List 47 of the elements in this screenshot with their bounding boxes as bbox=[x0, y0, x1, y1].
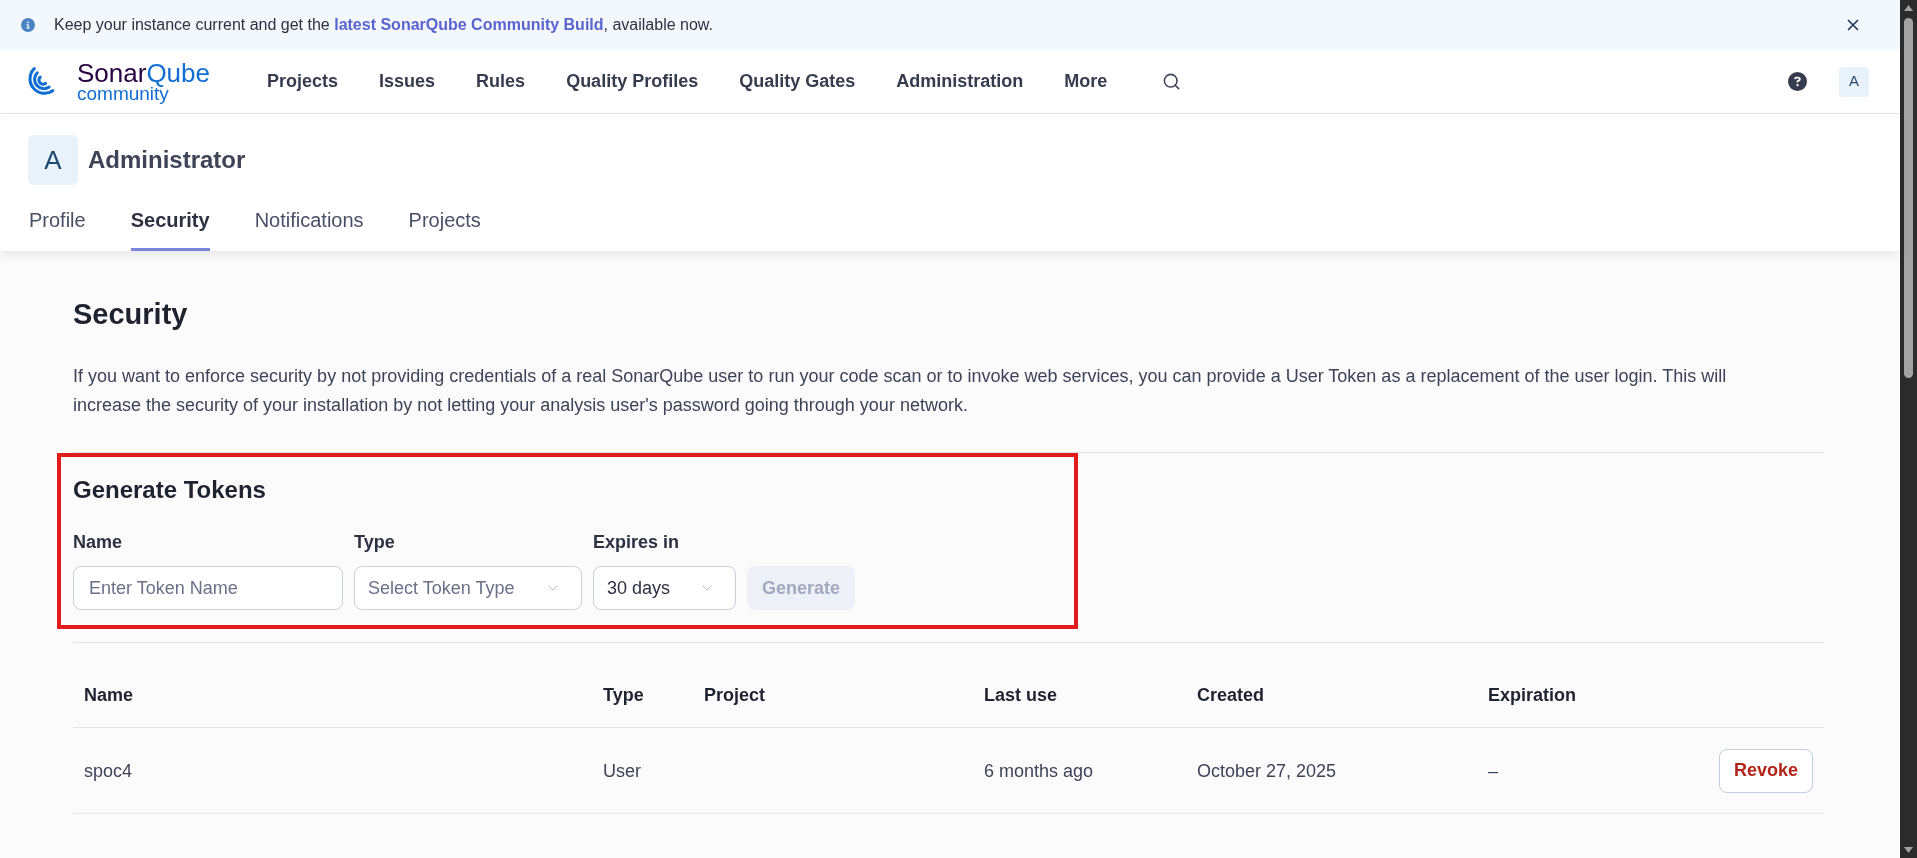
search-button[interactable] bbox=[1162, 72, 1182, 91]
field-label: Expires in bbox=[593, 531, 681, 554]
dropdown-select[interactable]: Select Token Type bbox=[354, 566, 582, 610]
nav-link[interactable]: Quality Gates bbox=[739, 68, 856, 95]
nav-link[interactable]: Issues bbox=[379, 68, 436, 95]
dropdown-select[interactable]: 30 days bbox=[593, 566, 736, 610]
scrollbar-thumb[interactable] bbox=[1904, 18, 1913, 378]
column-header: Expiration bbox=[1487, 684, 1577, 707]
avatar-button[interactable]: A bbox=[1839, 66, 1869, 97]
user-avatar: A bbox=[28, 135, 78, 185]
revoke-button[interactable]: Revoke bbox=[1718, 748, 1813, 793]
nav-link[interactable]: Rules bbox=[476, 68, 526, 95]
table-cell-text: October 27, 2025 bbox=[1196, 759, 1338, 783]
banner-message: Keep your instance current and get the latest SonarQube Community Build, available now. bbox=[54, 15, 713, 35]
banner-link[interactable]: latest SonarQube Community Build bbox=[334, 16, 604, 33]
nav-link[interactable]: Projects bbox=[267, 68, 339, 95]
table-cell-text: spoc4 bbox=[83, 759, 134, 783]
security-description: If you want to enforce security by not providing credentials of a real SonarQube user to run your code scan or to invoke web services, you can provide a User Token as a replacement of the user login. This will increase the security of your installation by not letting your analysis user's password going through your network. bbox=[73, 365, 1728, 417]
logo-wordmark: SonarQube bbox=[77, 60, 210, 85]
column-header: Project bbox=[703, 684, 767, 707]
table-cell-text: 6 months ago bbox=[983, 759, 1095, 783]
column-header: Type bbox=[602, 684, 645, 707]
nav-link[interactable]: Quality Profiles bbox=[566, 68, 699, 95]
help-icon bbox=[1788, 72, 1807, 91]
field-label: Type bbox=[354, 531, 396, 554]
nav-link[interactable]: More bbox=[1064, 68, 1108, 95]
column-header: Created bbox=[1196, 684, 1266, 707]
tab[interactable]: Projects bbox=[408, 205, 481, 251]
column-header: Last use bbox=[983, 684, 1059, 707]
user-name-heading: Administrator bbox=[88, 145, 246, 175]
text-input[interactable]: Enter Token Name bbox=[73, 566, 343, 610]
tab[interactable]: Profile bbox=[29, 205, 86, 251]
logo-icon bbox=[26, 65, 56, 98]
column-header: Name bbox=[83, 684, 135, 707]
scroll-up-arrow-icon[interactable] bbox=[1904, 5, 1913, 11]
tab[interactable]: Notifications bbox=[254, 205, 364, 251]
section-heading: Generate Tokens bbox=[73, 475, 267, 505]
field-label: Name bbox=[73, 531, 124, 554]
info-icon bbox=[21, 18, 35, 32]
scroll-down-arrow-icon[interactable] bbox=[1904, 847, 1913, 853]
page-title: Security bbox=[73, 297, 189, 332]
nav-link[interactable]: Administration bbox=[896, 68, 1024, 95]
search-icon bbox=[1162, 72, 1182, 91]
help-button[interactable] bbox=[1788, 72, 1807, 91]
table-cell-text: – bbox=[1487, 759, 1499, 783]
tab[interactable]: Security bbox=[130, 205, 210, 251]
table-cell-text: User bbox=[602, 759, 642, 783]
